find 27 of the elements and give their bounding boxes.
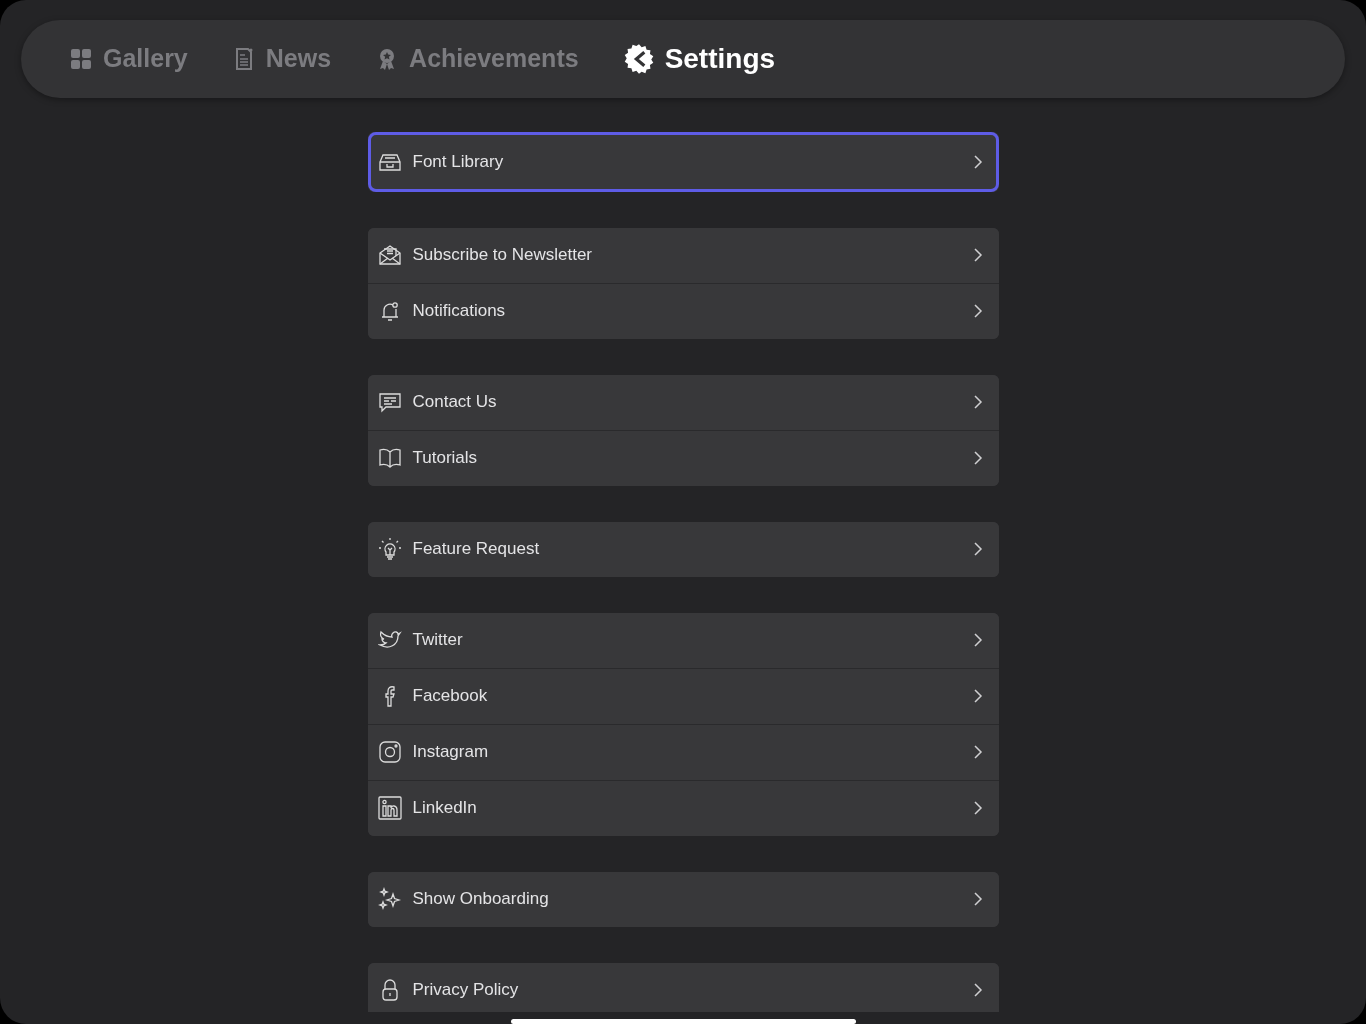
sparkles-icon <box>377 887 402 912</box>
chevron-right-icon <box>972 800 983 817</box>
lightbulb-icon <box>377 537 402 562</box>
tab[interactable]: Settings <box>622 43 776 75</box>
settings-row[interactable]: Notifications <box>367 282 999 339</box>
chevron-right-icon <box>972 891 983 908</box>
settings-row[interactable]: Show Onboarding <box>367 871 999 927</box>
settings-row[interactable]: Font Library <box>367 131 999 192</box>
chevron-right-icon <box>972 688 983 705</box>
chevron-right-icon <box>972 982 983 999</box>
chevron-right-icon <box>972 153 983 170</box>
chevron-right-icon <box>972 247 983 264</box>
chevron-right-icon <box>972 394 983 411</box>
chevron-right-icon <box>972 450 983 467</box>
chevron-right-icon <box>972 541 983 558</box>
chevron-right-icon <box>972 632 983 649</box>
grid-icon <box>69 47 93 71</box>
chevron-right-icon <box>972 744 983 761</box>
camera-icon <box>377 740 402 765</box>
settings-row[interactable]: Feature Request <box>367 521 999 577</box>
chevron-right-icon <box>972 303 983 320</box>
chat-icon <box>377 390 402 415</box>
in-icon <box>377 796 402 821</box>
gear-icon <box>622 43 655 75</box>
settings-row[interactable]: Tutorials <box>367 429 999 486</box>
envelope-icon <box>377 243 402 268</box>
settings-row[interactable]: LinkedIn <box>367 779 999 836</box>
